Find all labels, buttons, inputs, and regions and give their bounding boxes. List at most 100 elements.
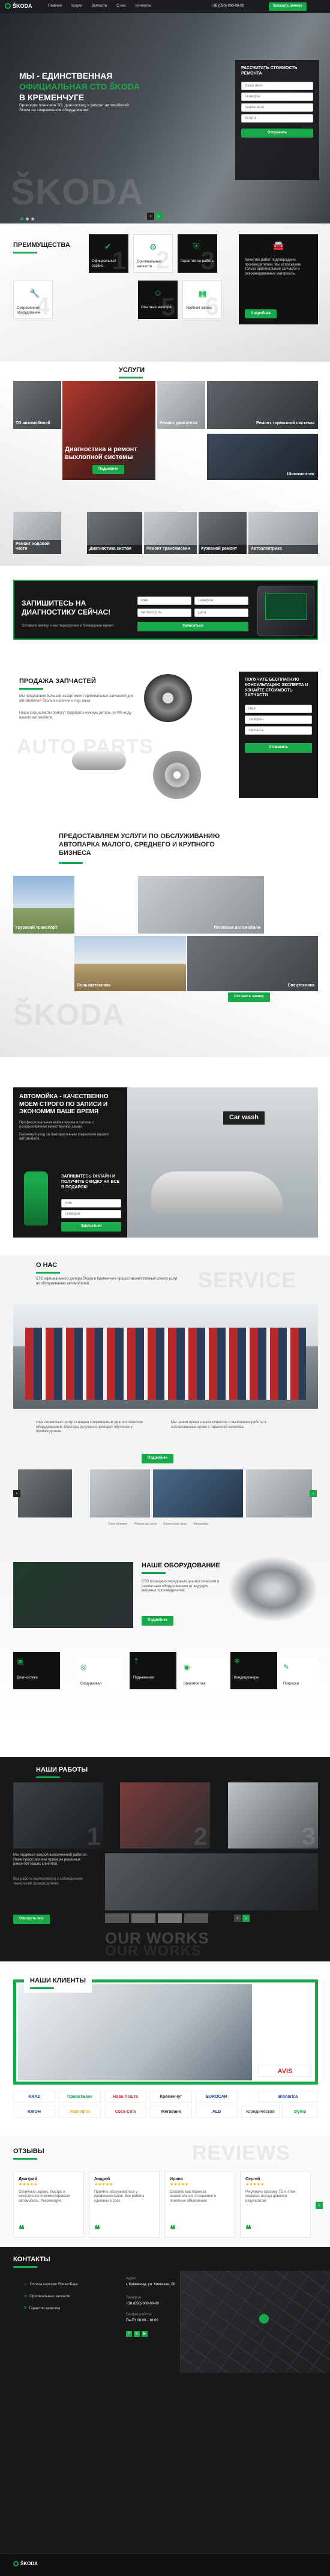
team-photo — [13, 1304, 318, 1409]
parts-phone-input[interactable] — [245, 715, 312, 724]
works-view-all-button[interactable]: Смотреть все — [13, 1915, 50, 1924]
phone-input[interactable] — [241, 92, 313, 101]
adv-side-panel: 🚘 Качество работ подтверждено производит… — [239, 234, 318, 324]
footer-logo[interactable]: ŠKODA — [13, 2561, 38, 2567]
service-featured[interactable]: Диагностика и ремонт выхлопной системы П… — [62, 381, 155, 480]
service-card[interactable]: Ремонт ходовой части — [13, 512, 61, 554]
name-input[interactable] — [241, 81, 313, 90]
service-card[interactable]: Ремонт тормозной системы — [207, 381, 318, 429]
fleet-title: ПРЕДОСТАВЛЯЕМ УСЛУГИ ПО ОБСЛУЖИВАНИЮ АВТ… — [59, 833, 220, 857]
youtube-icon[interactable]: ▶ — [142, 2331, 148, 2337]
header-phone[interactable]: +38 (050) 000-00-00 — [211, 4, 244, 9]
about-thumb[interactable] — [246, 1469, 312, 1517]
wash-name-input[interactable] — [61, 1199, 121, 1208]
hero-prev-arrow[interactable]: ‹ — [147, 213, 154, 220]
reviews-next-arrow[interactable]: › — [316, 2202, 323, 2209]
about-prev-arrow[interactable]: ‹ — [13, 1490, 20, 1497]
work-thumb[interactable] — [184, 1913, 208, 1923]
service-card[interactable]: Ремонт двигателя — [157, 381, 205, 429]
fleet-card[interactable]: Сельхозтехника — [74, 936, 186, 991]
snowflake-icon: ❄ — [234, 1657, 241, 1665]
about-next-arrow[interactable]: › — [310, 1490, 317, 1497]
signup-name-input[interactable] — [137, 597, 191, 605]
service-card[interactable]: Автоэлектрика — [248, 512, 318, 554]
quote-icon: ❝ — [94, 2223, 100, 2235]
signup-phone-input[interactable] — [194, 597, 248, 605]
service-card[interactable]: Кузовной ремонт — [199, 512, 247, 554]
signup-date-input[interactable] — [194, 609, 248, 617]
service-card[interactable]: ТО автомобилей — [13, 381, 61, 429]
fleet-card[interactable]: Грузовой транспорт — [13, 876, 74, 934]
fleet-card[interactable]: Легковые автомобили — [138, 876, 264, 934]
facebook-icon[interactable]: f — [126, 2331, 132, 2337]
diagnostic-device — [257, 586, 314, 636]
slider-dot[interactable] — [26, 217, 29, 220]
about-title: О НАС — [36, 1262, 60, 1274]
brand-logo[interactable]: ŠKODA — [5, 3, 32, 10]
parts-name-input[interactable] — [245, 705, 312, 713]
work-thumb[interactable] — [105, 1913, 129, 1923]
client-logo: ПриватБанк — [59, 2091, 101, 2103]
parts-submit-button[interactable]: Отправить — [245, 743, 312, 753]
callback-button[interactable]: Заказать звонок — [269, 2, 307, 11]
reviewer-name: Сергей — [245, 2177, 260, 2181]
signup-car-input[interactable] — [137, 609, 191, 617]
client-logo: Юридическая — [241, 2106, 280, 2118]
about-thumb-labels: Зона приемки Ремонтная зона Клиентская з… — [108, 1522, 209, 1526]
works-next-arrow[interactable]: › — [242, 1915, 250, 1922]
fleet: ПРЕДОСТАВЛЯЕМ УСЛУГИ ПО ОБСЛУЖИВАНИЮ АВТ… — [0, 805, 330, 1057]
hero-next-arrow[interactable]: › — [155, 213, 163, 220]
car-input[interactable] — [241, 103, 313, 112]
work-photo-large[interactable] — [105, 1853, 318, 1910]
header: ŠKODA Главная Услуги Запчасти О нас Конт… — [0, 0, 330, 13]
client-logo: ALD — [196, 2106, 238, 2118]
service-input[interactable] — [241, 114, 313, 123]
contact-phone[interactable]: +38 (050) 000-00-00 — [126, 2302, 159, 2307]
service-card[interactable]: Ремонт трансмиссии — [144, 512, 197, 554]
nav-item[interactable]: Услуги — [71, 4, 82, 8]
signup-submit-button[interactable]: Записаться — [137, 622, 248, 631]
adv-card: ⚙ Оригинальные запчасти 2 — [133, 234, 173, 273]
service-card[interactable]: Шиномонтаж — [207, 434, 318, 480]
device-screen — [265, 594, 307, 620]
service-more-button[interactable]: Подробнее — [92, 464, 125, 474]
slider-dot[interactable] — [20, 217, 23, 220]
about-thumb[interactable] — [153, 1469, 243, 1517]
map-pin-icon[interactable]: ⬤ — [259, 2313, 269, 2325]
adv-more-button[interactable]: Подробнее — [245, 309, 277, 318]
instagram-icon[interactable]: ◎ — [134, 2331, 140, 2337]
about-more-button[interactable]: Подробнее — [142, 1454, 174, 1463]
wash-text: Профессиональная мойка кузова и салона с… — [19, 1120, 94, 1129]
wash-title: АВТОМОЙКА - КАЧЕСТВЕННО МОЕМ СТРОГО ПО З… — [19, 1093, 109, 1115]
fleet-card[interactable]: Спецтехника — [187, 936, 318, 991]
nav-item[interactable]: О нас — [116, 4, 126, 8]
work-thumb[interactable] — [158, 1913, 182, 1923]
works-prev-arrow[interactable]: ‹ — [234, 1915, 241, 1922]
wash-sign: Car wash — [223, 1111, 265, 1125]
review-card: Андрей ★★★★★ Приятно обслуживаться у про… — [89, 2172, 160, 2238]
about-thumb[interactable] — [90, 1469, 150, 1517]
nav-item[interactable]: Контакты — [136, 4, 151, 8]
fleet-request-button[interactable]: Оставить заявку — [228, 992, 270, 1002]
contact-address-label: Адрес — [126, 2277, 137, 2280]
nav-item[interactable]: Запчасти — [92, 4, 107, 8]
wash-cta: ЗАПИШИТЕСЬ ОНЛАЙН И ПОЛУЧИТЕ СКИДКУ НА В… — [61, 1174, 120, 1189]
hero-submit-button[interactable]: Отправить — [241, 128, 313, 138]
work-thumb[interactable] — [131, 1913, 155, 1923]
quote-icon: ❝ — [245, 2223, 251, 2235]
work-photo[interactable]: 2 — [120, 1782, 210, 1848]
reviews: ОТЗЫВЫ REVIEWS Дмитрий ★★★★★ Отличный се… — [0, 2136, 330, 2247]
about-thumb[interactable] — [18, 1469, 72, 1517]
slider-dot[interactable] — [31, 217, 34, 220]
map[interactable]: ⬤ — [180, 2271, 330, 2373]
wash-submit-button[interactable]: Записаться — [61, 1222, 121, 1232]
parts-part-input[interactable] — [245, 726, 312, 735]
work-photo[interactable]: 3 — [228, 1782, 318, 1848]
about-lead: СТО официального дилера Škoda в Кременчу… — [36, 1277, 178, 1286]
nav-item[interactable]: Главная — [48, 4, 62, 8]
equipment-more-button[interactable]: Подробнее — [142, 1616, 174, 1626]
wash-phone-input[interactable] — [61, 1210, 121, 1218]
work-photo[interactable]: 1 — [13, 1782, 103, 1848]
works-text: Мы гордимся каждой выполненной работой. … — [13, 1853, 88, 1866]
service-card[interactable]: Диагностика систем — [87, 512, 142, 554]
